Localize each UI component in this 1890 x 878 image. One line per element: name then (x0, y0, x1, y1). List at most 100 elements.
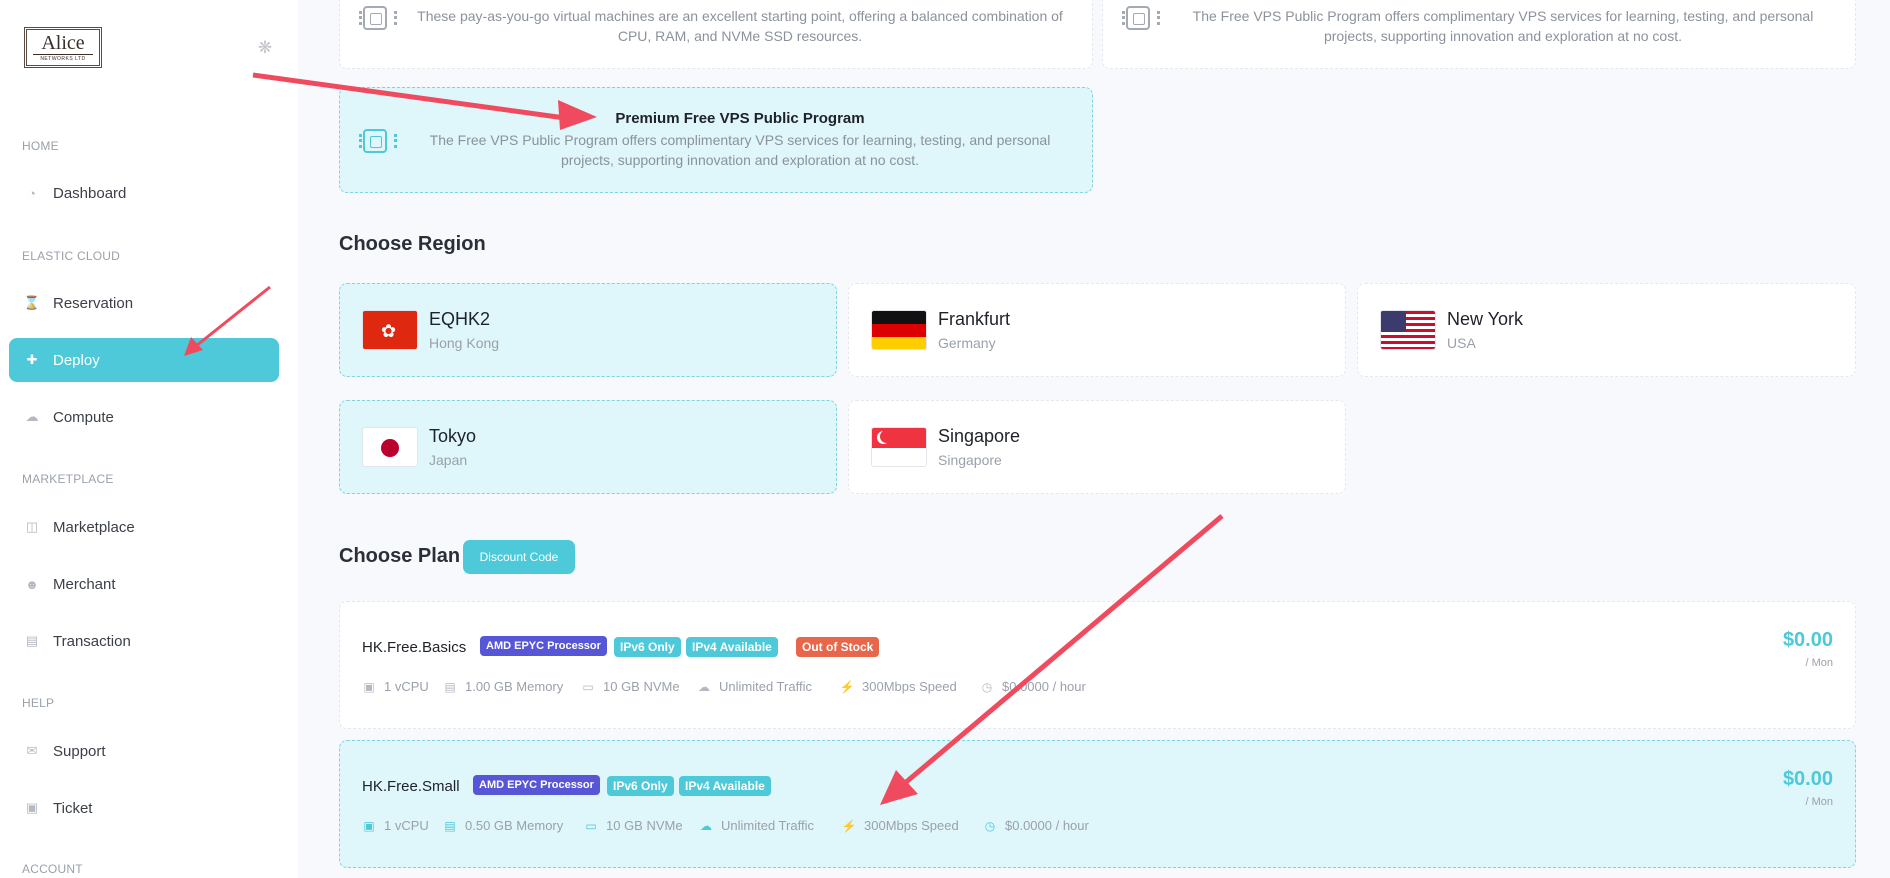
region-card-new-york[interactable]: New York USA (1357, 283, 1856, 377)
cpu-icon (1122, 6, 1160, 30)
clock-icon: ◷ (984, 818, 996, 833)
receipt-icon: ▤ (25, 633, 39, 648)
region-name: Singapore (938, 426, 1021, 446)
hard-drive-icon: ▭ (582, 679, 594, 694)
spec-cpu: ▣ 1 vCPU (362, 679, 428, 694)
region-country: Germany (938, 335, 996, 351)
cpu-icon: ▣ (363, 818, 375, 833)
brand-logo[interactable]: Alice NETWORKS LTD (24, 27, 102, 68)
sidebar-item-label: Dashboard (53, 184, 127, 202)
singapore-flag-icon (871, 427, 927, 467)
nav-section-account: ACCOUNT (22, 862, 83, 876)
program-card-payg[interactable]: These pay-as-you-go virtual machines are… (339, 0, 1093, 69)
sidebar-item-support[interactable]: ✉ Support (9, 729, 279, 773)
region-name: EQHK2 (429, 309, 491, 329)
spec-speed: ⚡ 300Mbps Speed (842, 818, 959, 833)
spec-value: 10 GB NVMe (606, 818, 683, 833)
spec-memory: ▤ 0.50 GB Memory (443, 818, 563, 833)
region-card-frankfurt[interactable]: Frankfurt Germany (848, 283, 1346, 377)
sidebar-item-label: Marketplace (53, 518, 135, 536)
program-title: Premium Free VPS Public Program (615, 110, 865, 127)
cloud-icon: ☁ (698, 679, 710, 694)
program-description: These pay-as-you-go virtual machines are… (417, 8, 1063, 44)
cpu-icon (359, 6, 397, 30)
sidebar-item-deploy[interactable]: ✚ Deploy (9, 338, 279, 382)
sidebar-item-transaction[interactable]: ▤ Transaction (9, 619, 279, 663)
region-country: USA (1447, 335, 1476, 351)
lightning-icon: ⚡ (841, 818, 857, 833)
badge-processor: AMD EPYC Processor (473, 775, 600, 795)
badge-out-of-stock: Out of Stock (796, 637, 880, 657)
logo-text: Alice (41, 32, 85, 54)
plan-price: $0.00 (1782, 768, 1833, 790)
sidebar-item-reservation[interactable]: ⌛ Reservation (9, 281, 279, 325)
badge-ipv6: IPv6 Only (607, 776, 674, 796)
region-name: Frankfurt (938, 309, 1011, 329)
badge-ipv4: IPv4 Available (686, 637, 778, 657)
plan-card-hk-free-basics[interactable]: HK.Free.Basics AMD EPYC Processor IPv6 O… (339, 601, 1856, 729)
pie-chart-icon: ◔ (28, 185, 36, 201)
sidebar: Alice NETWORKS LTD ❋ HOME ◔ Dashboard EL… (0, 0, 298, 878)
program-card-premium-free[interactable]: Premium Free VPS Public Program The Free… (339, 87, 1093, 193)
spec-value: 1 vCPU (384, 818, 429, 833)
sidebar-item-merchant[interactable]: ☻ Merchant (9, 562, 279, 606)
spec-traffic: ☁ Unlimited Traffic (697, 679, 812, 694)
choose-plan-heading: Choose Plan (339, 545, 461, 567)
spec-value: 300Mbps Speed (862, 679, 957, 694)
main-content: These pay-as-you-go virtual machines are… (298, 0, 1890, 878)
spec-value: 300Mbps Speed (864, 818, 959, 833)
nav-section-home: HOME (22, 139, 59, 153)
plus-icon: ✚ (26, 352, 38, 367)
cpu-icon: ▣ (363, 679, 375, 694)
sidebar-item-dashboard[interactable]: ◔ Dashboard (9, 171, 279, 215)
program-description: The Free VPS Public Program offers compl… (1192, 8, 1814, 44)
germany-flag-icon (871, 310, 927, 350)
region-country: Singapore (938, 452, 1002, 468)
spec-memory: ▤ 1.00 GB Memory (443, 679, 563, 694)
badge-ipv4: IPv4 Available (679, 776, 771, 796)
spec-value: 1.00 GB Memory (465, 679, 564, 694)
sidebar-item-marketplace[interactable]: ◫ Marketplace (9, 505, 279, 549)
basket-icon: ◫ (25, 519, 39, 534)
sidebar-item-label: Transaction (53, 632, 131, 650)
spec-value: 0.50 GB Memory (465, 818, 564, 833)
nav-section-marketplace: MARKETPLACE (22, 472, 114, 486)
region-country: Hong Kong (429, 335, 500, 351)
cloud-icon: ☁ (700, 818, 712, 833)
nav-section-help: HELP (22, 696, 55, 710)
plan-name: HK.Free.Basics (362, 639, 467, 656)
region-name: Tokyo (429, 426, 477, 446)
japan-flag-icon (362, 427, 418, 467)
region-name: New York (1447, 309, 1524, 329)
sidebar-item-label: Reservation (53, 294, 134, 312)
plan-name: HK.Free.Small (362, 778, 460, 795)
sidebar-item-ticket[interactable]: ▣ Ticket (9, 786, 279, 830)
plan-card-hk-free-small[interactable]: HK.Free.Small AMD EPYC Processor IPv6 On… (339, 740, 1856, 868)
chat-icon: ✉ (26, 743, 38, 758)
region-card-tokyo[interactable]: Tokyo Japan (339, 400, 837, 494)
spec-value: Unlimited Traffic (721, 818, 814, 833)
region-card-singapore[interactable]: Singapore Singapore (848, 400, 1346, 494)
spec-hourly-price: ◷ $0.0000 / hour (980, 679, 1086, 694)
memory-icon: ▤ (444, 818, 456, 833)
spec-value: 10 GB NVMe (603, 679, 680, 694)
sidebar-item-compute[interactable]: ☁ Compute (9, 395, 279, 439)
program-card-free[interactable]: The Free VPS Public Program offers compl… (1102, 0, 1856, 69)
spec-value: $0.0000 / hour (1005, 818, 1089, 833)
logo-subtext: NETWORKS LTD (33, 54, 93, 62)
cloud-icon: ☁ (25, 409, 39, 424)
region-country: Japan (429, 452, 468, 468)
spec-value: $0.0000 / hour (1002, 679, 1086, 694)
badge-ipv6: IPv6 Only (614, 637, 681, 657)
theme-toggle-icon[interactable]: ❋ (255, 38, 275, 58)
sidebar-item-label: Merchant (53, 575, 116, 593)
hong-kong-flag-icon: ✿ (362, 310, 418, 350)
ticket-icon: ▣ (25, 800, 39, 815)
region-card-eqhk2[interactable]: ✿ EQHK2 Hong Kong (339, 283, 837, 377)
discount-code-button[interactable]: Discount Code (463, 540, 575, 574)
nav-section-elastic-cloud: ELASTIC CLOUD (22, 249, 120, 263)
badge-processor: AMD EPYC Processor (480, 636, 607, 656)
spec-traffic: ☁ Unlimited Traffic (699, 818, 814, 833)
sidebar-item-label: Support (53, 742, 106, 760)
user-icon: ☻ (25, 576, 39, 592)
